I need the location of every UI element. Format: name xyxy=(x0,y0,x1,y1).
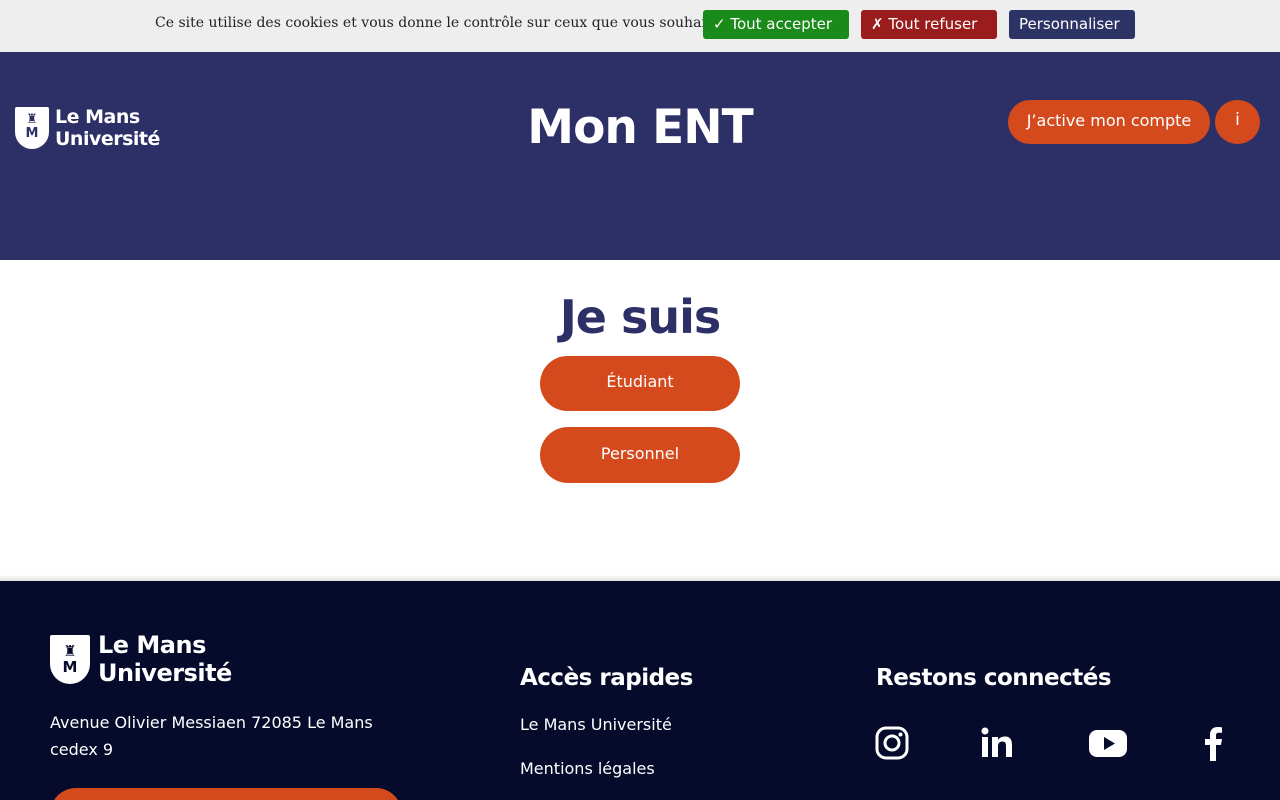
refuse-all-cookies-button[interactable]: ✗ Tout refuser xyxy=(861,10,997,39)
quick-access-heading: Accès rapides xyxy=(520,665,693,691)
footer-orange-button[interactable] xyxy=(50,788,402,800)
staff-button[interactable]: Personnel xyxy=(540,427,740,483)
cookie-message: Ce site utilise des cookies et vous donn… xyxy=(155,15,781,31)
facebook-icon[interactable] xyxy=(1196,725,1232,761)
shield-icon: ♜ M xyxy=(50,634,90,684)
customize-cookies-button[interactable]: Personnaliser xyxy=(1009,10,1135,39)
site-footer: ♜ M Le Mans Université Avenue Olivier Mes… xyxy=(0,581,1280,800)
instagram-icon[interactable] xyxy=(874,725,910,761)
info-button[interactable]: i xyxy=(1215,100,1260,144)
role-heading: Je suis xyxy=(559,290,722,344)
linkedin-icon[interactable] xyxy=(979,725,1015,761)
social-heading: Restons connectés xyxy=(876,665,1112,691)
footer-link-university[interactable]: Le Mans Université xyxy=(520,715,672,734)
footer-logo-wordmark: Le Mans Université xyxy=(98,631,232,687)
student-button[interactable]: Étudiant xyxy=(540,356,740,411)
accept-all-cookies-button[interactable]: ✓ Tout accepter xyxy=(703,10,849,39)
footer-link-legal-notice[interactable]: Mentions légales xyxy=(520,759,655,778)
footer-university-logo[interactable]: ♜ M Le Mans Université xyxy=(50,631,232,687)
activate-account-button[interactable]: J’active mon compte xyxy=(1008,100,1210,144)
cookie-banner: Ce site utilise des cookies et vous donn… xyxy=(0,0,1280,52)
site-header: ♜ M Le Mans Université Mon ENT J’active m… xyxy=(0,52,1280,260)
youtube-icon[interactable] xyxy=(1088,725,1128,761)
footer-address: Avenue Olivier Messiaen 72085 Le Mans ce… xyxy=(50,713,373,759)
